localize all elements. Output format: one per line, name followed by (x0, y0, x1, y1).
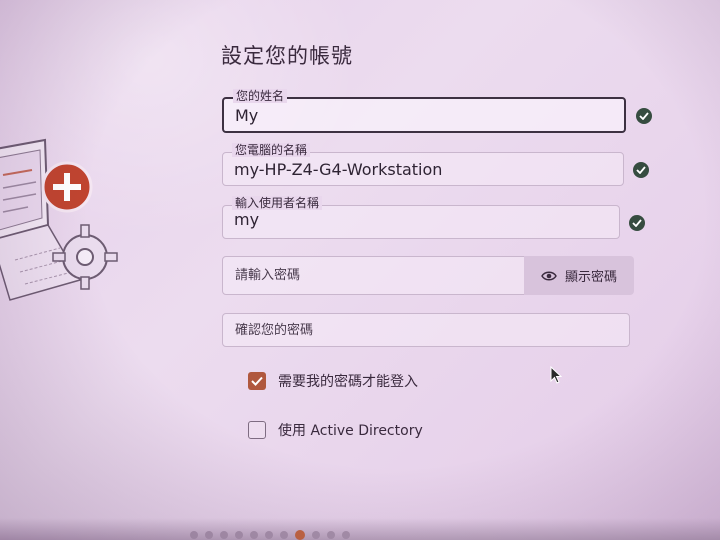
name-field-label: 您的姓名 (233, 89, 288, 103)
password-field[interactable]: 請輸入密碼 (222, 256, 526, 295)
step-dot (235, 531, 243, 539)
bottom-bezel (0, 518, 720, 540)
require-password-checkbox[interactable] (248, 372, 266, 390)
username-valid-check-icon (629, 215, 645, 231)
add-badge-icon (41, 161, 93, 213)
username-field[interactable]: 輸入使用者名稱 my (222, 196, 620, 239)
step-dot-active (295, 530, 305, 540)
confirm-password-field[interactable]: 確認您的密碼 (222, 313, 630, 347)
computer-name-field-value: my-HP-Z4-G4-Workstation (234, 160, 443, 179)
active-directory-label: 使用 Active Directory (278, 423, 423, 439)
step-dot (220, 531, 228, 539)
name-field-value: My (235, 106, 259, 125)
step-dot (190, 531, 198, 539)
page-title: 設定您的帳號 (221, 44, 353, 68)
step-dot (327, 531, 335, 539)
step-dot (342, 531, 350, 539)
confirm-password-placeholder: 確認您的密碼 (235, 323, 314, 338)
step-dot (312, 531, 320, 539)
show-password-button[interactable]: 顯示密碼 (524, 256, 634, 295)
step-dot (250, 531, 258, 539)
step-dot (280, 531, 288, 539)
computer-name-field-label: 您電腦的名稱 (232, 143, 311, 157)
username-field-value: my (234, 210, 260, 229)
password-placeholder: 請輸入密碼 (235, 268, 301, 283)
require-password-label: 需要我的密碼才能登入 (278, 374, 418, 390)
mouse-cursor-icon (550, 366, 562, 384)
show-password-label: 顯示密碼 (564, 270, 617, 285)
computer-name-field[interactable]: 您電腦的名稱 my-HP-Z4-G4-Workstation (222, 143, 624, 186)
eye-icon (541, 271, 557, 280)
step-dot (265, 531, 273, 539)
installer-screen: 設定您的帳號 您的姓名 My 您電腦的名稱 my-HP-Z4-G4-Workst… (0, 0, 720, 540)
name-field[interactable]: 您的姓名 My (222, 89, 626, 133)
username-field-label: 輸入使用者名稱 (232, 196, 323, 210)
active-directory-checkbox[interactable] (248, 421, 266, 439)
account-illustration (0, 138, 118, 301)
step-dot (205, 531, 213, 539)
active-directory-option[interactable]: 使用 Active Directory (248, 420, 423, 440)
name-valid-check-icon (636, 108, 652, 124)
computer-name-valid-check-icon (633, 162, 649, 178)
step-indicator (190, 530, 350, 540)
require-password-option[interactable]: 需要我的密碼才能登入 (248, 371, 418, 391)
